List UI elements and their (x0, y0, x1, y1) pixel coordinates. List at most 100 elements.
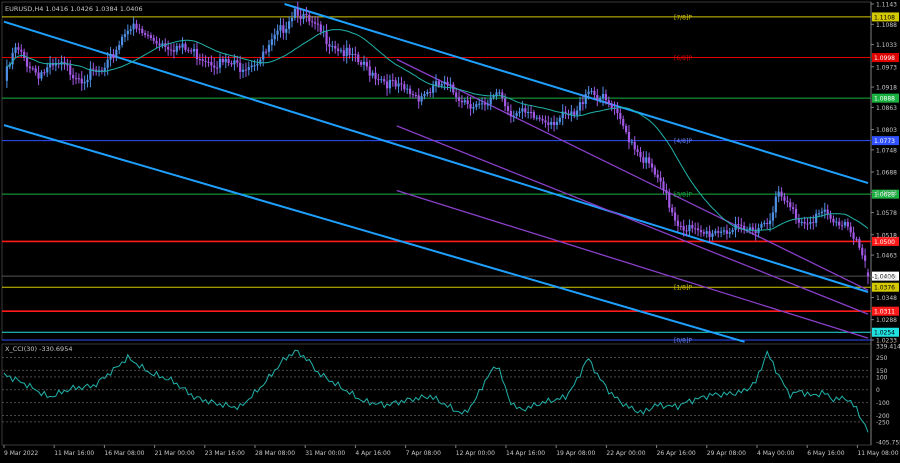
candle-body (786, 200, 789, 203)
candle-body (385, 81, 389, 89)
candle-body (293, 8, 296, 18)
candle-body (216, 67, 219, 69)
candle-body (112, 53, 115, 58)
candle-body (800, 221, 803, 223)
price-tick-label: 1.0688 (876, 170, 897, 177)
candle-body (835, 221, 838, 223)
price-tick-label: 1.0803 (876, 127, 897, 134)
candle-body (809, 222, 812, 224)
candle-body (590, 90, 593, 92)
candle-body (475, 104, 478, 108)
candle-body (789, 202, 792, 208)
candle-body (388, 79, 392, 89)
time-tick-label: 28 Mar 08:00 (255, 450, 295, 457)
candle-body (806, 223, 809, 225)
candle-body (92, 68, 95, 70)
candle-body (23, 51, 26, 58)
candle-body (20, 49, 23, 52)
candle-body (331, 45, 334, 47)
candle-body (14, 47, 17, 53)
candle-body (72, 74, 75, 79)
candle-body (184, 43, 187, 50)
candle-body (864, 255, 867, 261)
candle-body (440, 84, 443, 86)
candle-body (178, 46, 181, 48)
candle-body (374, 72, 377, 80)
candle-body (31, 68, 34, 70)
candle-body (855, 238, 858, 240)
time-tick-label: 22 Apr 00:00 (606, 450, 645, 457)
candle-body (391, 79, 394, 81)
candle-body (662, 181, 665, 191)
candle-body (768, 220, 772, 225)
candle-body (584, 94, 587, 104)
candle-body (311, 21, 314, 23)
candle-body (135, 23, 138, 29)
candle-body (492, 96, 495, 98)
cci-tick-label: 339.4148 (876, 344, 900, 351)
level-price-label: 1.0773 (874, 138, 895, 145)
time-tick-label: 31 Mar 00:00 (305, 450, 345, 457)
candle-body (417, 95, 420, 102)
candle-body (241, 69, 245, 72)
candle-body (645, 157, 648, 163)
candle-body (604, 93, 608, 101)
level-label: [1/8]P (674, 285, 692, 292)
candle-body (748, 227, 752, 230)
candle-body (725, 230, 728, 234)
price-tick-label: 1.0863 (876, 105, 897, 112)
candle-body (37, 72, 40, 79)
candle-body (708, 231, 711, 237)
candle-body (308, 15, 311, 22)
candle-body (636, 149, 639, 152)
candle-body (236, 60, 239, 63)
candle-body (239, 62, 242, 72)
candle-body (279, 25, 282, 31)
candle-body (290, 17, 294, 22)
candle-body (406, 88, 409, 90)
candle-body (685, 230, 688, 232)
candle-body (676, 220, 680, 226)
candle-body (699, 230, 703, 233)
candle-body (411, 94, 415, 96)
price-tick-label: 1.0518 (876, 232, 897, 239)
candle-body (414, 95, 417, 97)
candle-body (731, 229, 734, 233)
cci-title: X_CCI(30) -330.6954 (5, 345, 72, 353)
price-tick-label: 1.0748 (876, 147, 897, 154)
candle-body (486, 104, 489, 106)
candle-body (434, 81, 438, 86)
candle-body (630, 141, 633, 143)
candle-body (665, 190, 668, 194)
candle-body (489, 97, 492, 105)
time-tick-label: 7 Apr 08:00 (406, 450, 441, 457)
candle-body (852, 232, 855, 239)
candle-body (849, 226, 852, 233)
time-tick-label: 12 Apr 00:00 (456, 450, 495, 457)
candle-body (74, 78, 78, 80)
candle-body (506, 106, 510, 111)
candle-body (103, 67, 106, 71)
candle-body (207, 61, 210, 63)
candle-body (624, 125, 628, 132)
candle-body (722, 230, 726, 232)
price-tick-label: 1.1143 (876, 2, 897, 9)
price-tick-label: 1.0578 (876, 210, 897, 217)
candle-body (115, 49, 118, 58)
candle-body (213, 65, 216, 68)
candle-body (267, 44, 271, 52)
candle-body (288, 21, 291, 29)
candle-body (40, 72, 43, 79)
candle-body (5, 66, 8, 81)
candle-body (377, 79, 380, 81)
cci-tick-label: 100 (876, 374, 888, 381)
candle-body (512, 115, 515, 117)
candle-body (760, 224, 763, 228)
candle-body (838, 221, 841, 226)
candle-body (155, 40, 158, 44)
candle-body (144, 32, 147, 35)
candle-body (360, 62, 363, 65)
candle-body (313, 22, 317, 24)
candle-body (432, 85, 435, 93)
candle-body (394, 80, 397, 87)
